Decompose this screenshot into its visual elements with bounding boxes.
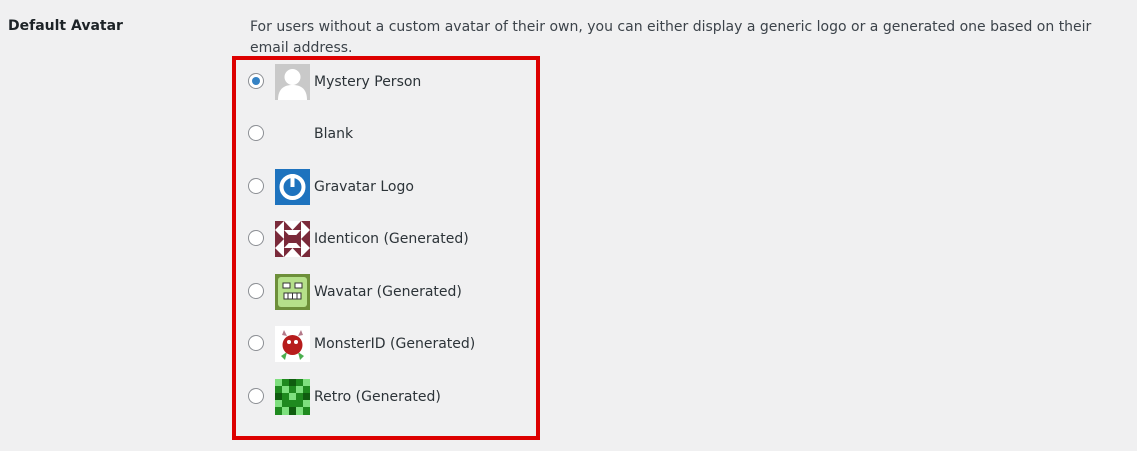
avatar-option-monsterid[interactable]: MonsterID (Generated): [248, 326, 508, 362]
monsterid-icon: [275, 326, 310, 362]
radio-gravatar-logo[interactable]: [248, 178, 264, 194]
avatar-option-retro[interactable]: Retro (Generated): [248, 379, 508, 415]
wavatar-icon: [275, 274, 310, 310]
radio-wavatar[interactable]: [248, 283, 264, 299]
option-label: MonsterID (Generated): [314, 336, 476, 352]
retro-icon: [275, 379, 310, 415]
radio-identicon[interactable]: [248, 230, 264, 246]
radio-blank[interactable]: [248, 125, 264, 141]
avatar-option-wavatar[interactable]: Wavatar (Generated): [248, 274, 508, 310]
avatar-option-gravatar-logo[interactable]: Gravatar Logo: [248, 169, 508, 205]
setting-description: For users without a custom avatar of the…: [250, 19, 1092, 56]
mystery-person-icon: [275, 64, 310, 100]
option-label: Mystery Person: [314, 74, 422, 90]
identicon-icon: [275, 221, 310, 257]
option-label: Blank: [314, 126, 354, 142]
option-label: Gravatar Logo: [314, 179, 414, 195]
avatar-option-blank[interactable]: Blank: [248, 116, 508, 152]
blank-avatar-icon: [275, 116, 310, 152]
radio-monsterid[interactable]: [248, 335, 264, 351]
radio-retro[interactable]: [248, 388, 264, 404]
avatar-option-identicon[interactable]: Identicon (Generated): [248, 221, 508, 257]
option-label: Identicon (Generated): [314, 231, 469, 247]
option-label: Retro (Generated): [314, 389, 441, 405]
avatar-option-mystery-person[interactable]: Mystery Person: [248, 64, 508, 100]
option-label: Wavatar (Generated): [314, 284, 462, 300]
radio-mystery-person[interactable]: [248, 73, 264, 89]
gravatar-logo-icon: [275, 169, 310, 205]
setting-label: Default Avatar: [8, 18, 123, 34]
